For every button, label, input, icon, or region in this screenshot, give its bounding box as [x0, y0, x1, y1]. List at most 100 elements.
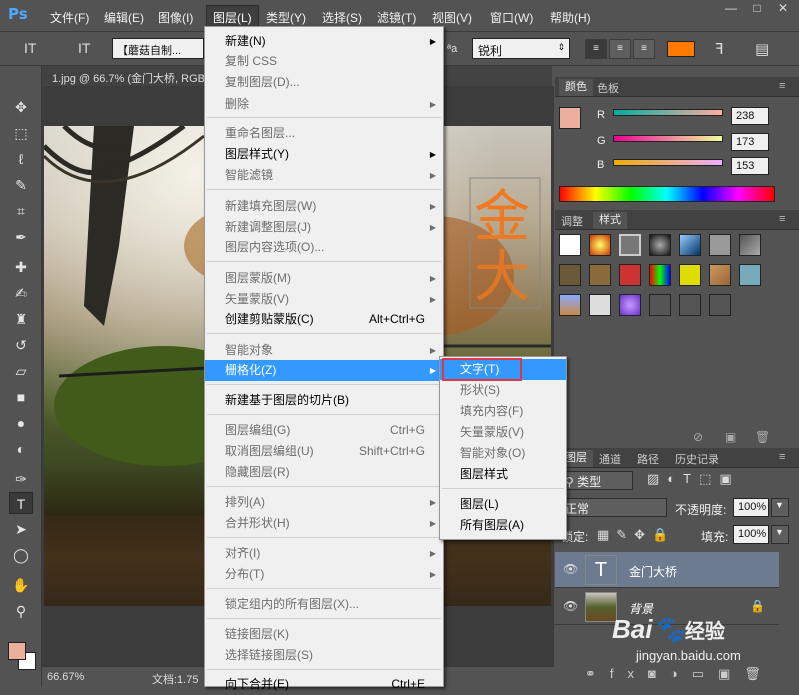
foreground-color-swatch[interactable]: [8, 642, 26, 660]
menu-item-select-linked-layers[interactable]: 选择链接图层(S): [205, 645, 443, 666]
b-slider[interactable]: [613, 159, 723, 166]
close-button[interactable]: ✕: [770, 0, 796, 16]
eye-icon[interactable]: 👁: [563, 599, 578, 613]
align-right-button[interactable]: ≡: [633, 39, 655, 59]
pen-tool-icon[interactable]: ✑: [9, 468, 33, 490]
move-tool-icon[interactable]: ✥: [9, 96, 33, 118]
fg-color-chip[interactable]: [559, 107, 581, 129]
style-swatch[interactable]: [679, 294, 701, 316]
submenu-item-layer[interactable]: 图层(L): [440, 494, 566, 515]
menu-item-layer-mask[interactable]: 图层蒙版(M) ▶: [205, 268, 443, 289]
font-family-field[interactable]: 【蘑菇自制...: [112, 38, 204, 59]
menu-item-layer-content-options[interactable]: 图层内容选项(O)...: [205, 237, 443, 258]
style-swatch[interactable]: [649, 294, 671, 316]
b-value[interactable]: 153: [731, 157, 769, 175]
history-brush-tool-icon[interactable]: ↺: [9, 334, 33, 356]
submenu-item-fill-content[interactable]: 填充内容(F): [440, 401, 566, 422]
fill-input[interactable]: 100%: [733, 525, 769, 544]
menu-item-rasterize[interactable]: 栅格化(Z) ▶: [205, 360, 443, 381]
r-slider[interactable]: [613, 109, 723, 116]
eyedropper-tool-icon[interactable]: ✒: [9, 226, 33, 248]
style-swatch[interactable]: [589, 234, 611, 256]
layer-filter-icons[interactable]: ▨◐T⬚▣: [647, 471, 740, 487]
menu-item-new-adjustment-layer[interactable]: 新建调整图层(J) ▶: [205, 217, 443, 238]
menu-help[interactable]: 帮助(H): [550, 9, 591, 26]
menu-item-combine-shapes[interactable]: 合并形状(H) ▶: [205, 513, 443, 534]
ellipse-tool-icon[interactable]: ◯: [9, 544, 33, 566]
style-swatch[interactable]: [649, 234, 671, 256]
style-swatch[interactable]: [559, 264, 581, 286]
style-swatch[interactable]: [709, 294, 731, 316]
dodge-tool-icon[interactable]: ◐: [9, 438, 33, 460]
menu-item-new-layer-based-slice[interactable]: 新建基于图层的切片(B): [205, 390, 443, 411]
style-swatch[interactable]: [709, 234, 731, 256]
style-swatch[interactable]: [589, 264, 611, 286]
eraser-tool-icon[interactable]: ▱: [9, 360, 33, 382]
style-swatch[interactable]: [739, 234, 761, 256]
layer-filter-select[interactable]: ⚲ 类型: [559, 471, 633, 490]
style-swatch[interactable]: [559, 294, 581, 316]
tab-styles[interactable]: 样式: [593, 212, 627, 229]
style-none[interactable]: [559, 234, 581, 256]
new-style-icon[interactable]: ▣: [725, 430, 736, 444]
style-swatch[interactable]: [679, 234, 701, 256]
restore-button[interactable]: □: [744, 0, 770, 16]
style-swatch[interactable]: [619, 234, 641, 256]
opacity-input[interactable]: 100%: [733, 498, 769, 517]
menu-item-hide-layers[interactable]: 隐藏图层(R): [205, 462, 443, 483]
menu-item-distribute[interactable]: 分布(T) ▶: [205, 564, 443, 585]
type-tool-icon[interactable]: T: [9, 492, 33, 514]
menu-item-lock-all-layers-in-group[interactable]: 锁定组内的所有图层(X)...: [205, 594, 443, 615]
menu-item-merge-down[interactable]: 向下合并(E) Ctrl+E: [205, 674, 443, 695]
crop-tool-icon[interactable]: ⌗: [9, 200, 33, 222]
text-tool-preset-icon[interactable]: IT: [24, 40, 36, 56]
delete-style-icon[interactable]: 🗑: [755, 430, 770, 444]
clear-style-icon[interactable]: ⊘: [693, 430, 703, 444]
menu-item-copy-css[interactable]: 复制 CSS: [205, 51, 443, 72]
align-left-button[interactable]: ≡: [585, 39, 607, 59]
submenu-item-shape[interactable]: 形状(S): [440, 380, 566, 401]
gradient-tool-icon[interactable]: ■: [9, 386, 33, 408]
menu-item-delete[interactable]: 删除 ▶: [205, 94, 443, 115]
menu-item-create-clipping-mask[interactable]: 创建剪贴蒙版(C) Alt+Ctrl+G: [205, 309, 443, 330]
menu-item-new[interactable]: 新建(N) ▶: [205, 31, 443, 52]
menu-item-new-fill-layer[interactable]: 新建填充图层(W) ▶: [205, 196, 443, 217]
tab-history[interactable]: 历史记录: [675, 451, 719, 467]
healing-tool-icon[interactable]: ✚: [9, 256, 33, 278]
fill-dropdown-icon[interactable]: ▼: [771, 525, 789, 544]
warp-text-icon[interactable]: ꟻ: [715, 40, 724, 58]
path-select-tool-icon[interactable]: ➤: [9, 518, 33, 540]
style-swatch[interactable]: [619, 294, 641, 316]
panel-menu-icon[interactable]: ≡: [779, 80, 785, 92]
menu-select[interactable]: 选择(S): [322, 9, 362, 26]
menu-image[interactable]: 图像(I): [158, 9, 193, 26]
antialias-select[interactable]: 锐利 ⇕: [472, 38, 570, 59]
r-value[interactable]: 238: [731, 107, 769, 125]
menu-view[interactable]: 视图(V): [432, 9, 472, 26]
menu-item-duplicate-layer[interactable]: 复制图层(D)...: [205, 72, 443, 93]
layer-actions-icons[interactable]: ⚭fx◙◑▭▣🗑: [585, 666, 775, 682]
menu-item-layer-style[interactable]: 图层样式(Y) ▶: [205, 144, 443, 165]
color-spectrum[interactable]: [559, 186, 775, 202]
menu-type[interactable]: 类型(Y): [266, 9, 306, 26]
menu-window[interactable]: 窗口(W): [490, 9, 533, 26]
submenu-item-vector-mask[interactable]: 矢量蒙版(V): [440, 422, 566, 443]
quick-select-tool-icon[interactable]: ✎: [9, 174, 33, 196]
text-orientation-icon[interactable]: IT: [78, 40, 90, 56]
submenu-item-smart-object[interactable]: 智能对象(O): [440, 443, 566, 464]
tab-color[interactable]: 颜色: [559, 79, 593, 96]
menu-item-group-layers[interactable]: 图层编组(G) Ctrl+G: [205, 420, 443, 441]
menu-filter[interactable]: 滤镜(T): [377, 9, 416, 26]
style-swatch[interactable]: [709, 264, 731, 286]
menu-item-link-layers[interactable]: 链接图层(K): [205, 624, 443, 645]
menu-file[interactable]: 文件(F): [50, 9, 89, 26]
blend-mode-select[interactable]: 正常: [559, 498, 667, 517]
menu-item-align[interactable]: 对齐(I) ▶: [205, 543, 443, 564]
eye-icon[interactable]: 👁: [563, 562, 578, 576]
align-center-button[interactable]: ≡: [609, 39, 631, 59]
minimize-button[interactable]: —: [718, 0, 744, 16]
tab-channels[interactable]: 通道: [599, 451, 621, 467]
menu-edit[interactable]: 编辑(E): [104, 9, 144, 26]
tab-swatches[interactable]: 色板: [597, 80, 619, 96]
menu-item-arrange[interactable]: 排列(A) ▶: [205, 492, 443, 513]
